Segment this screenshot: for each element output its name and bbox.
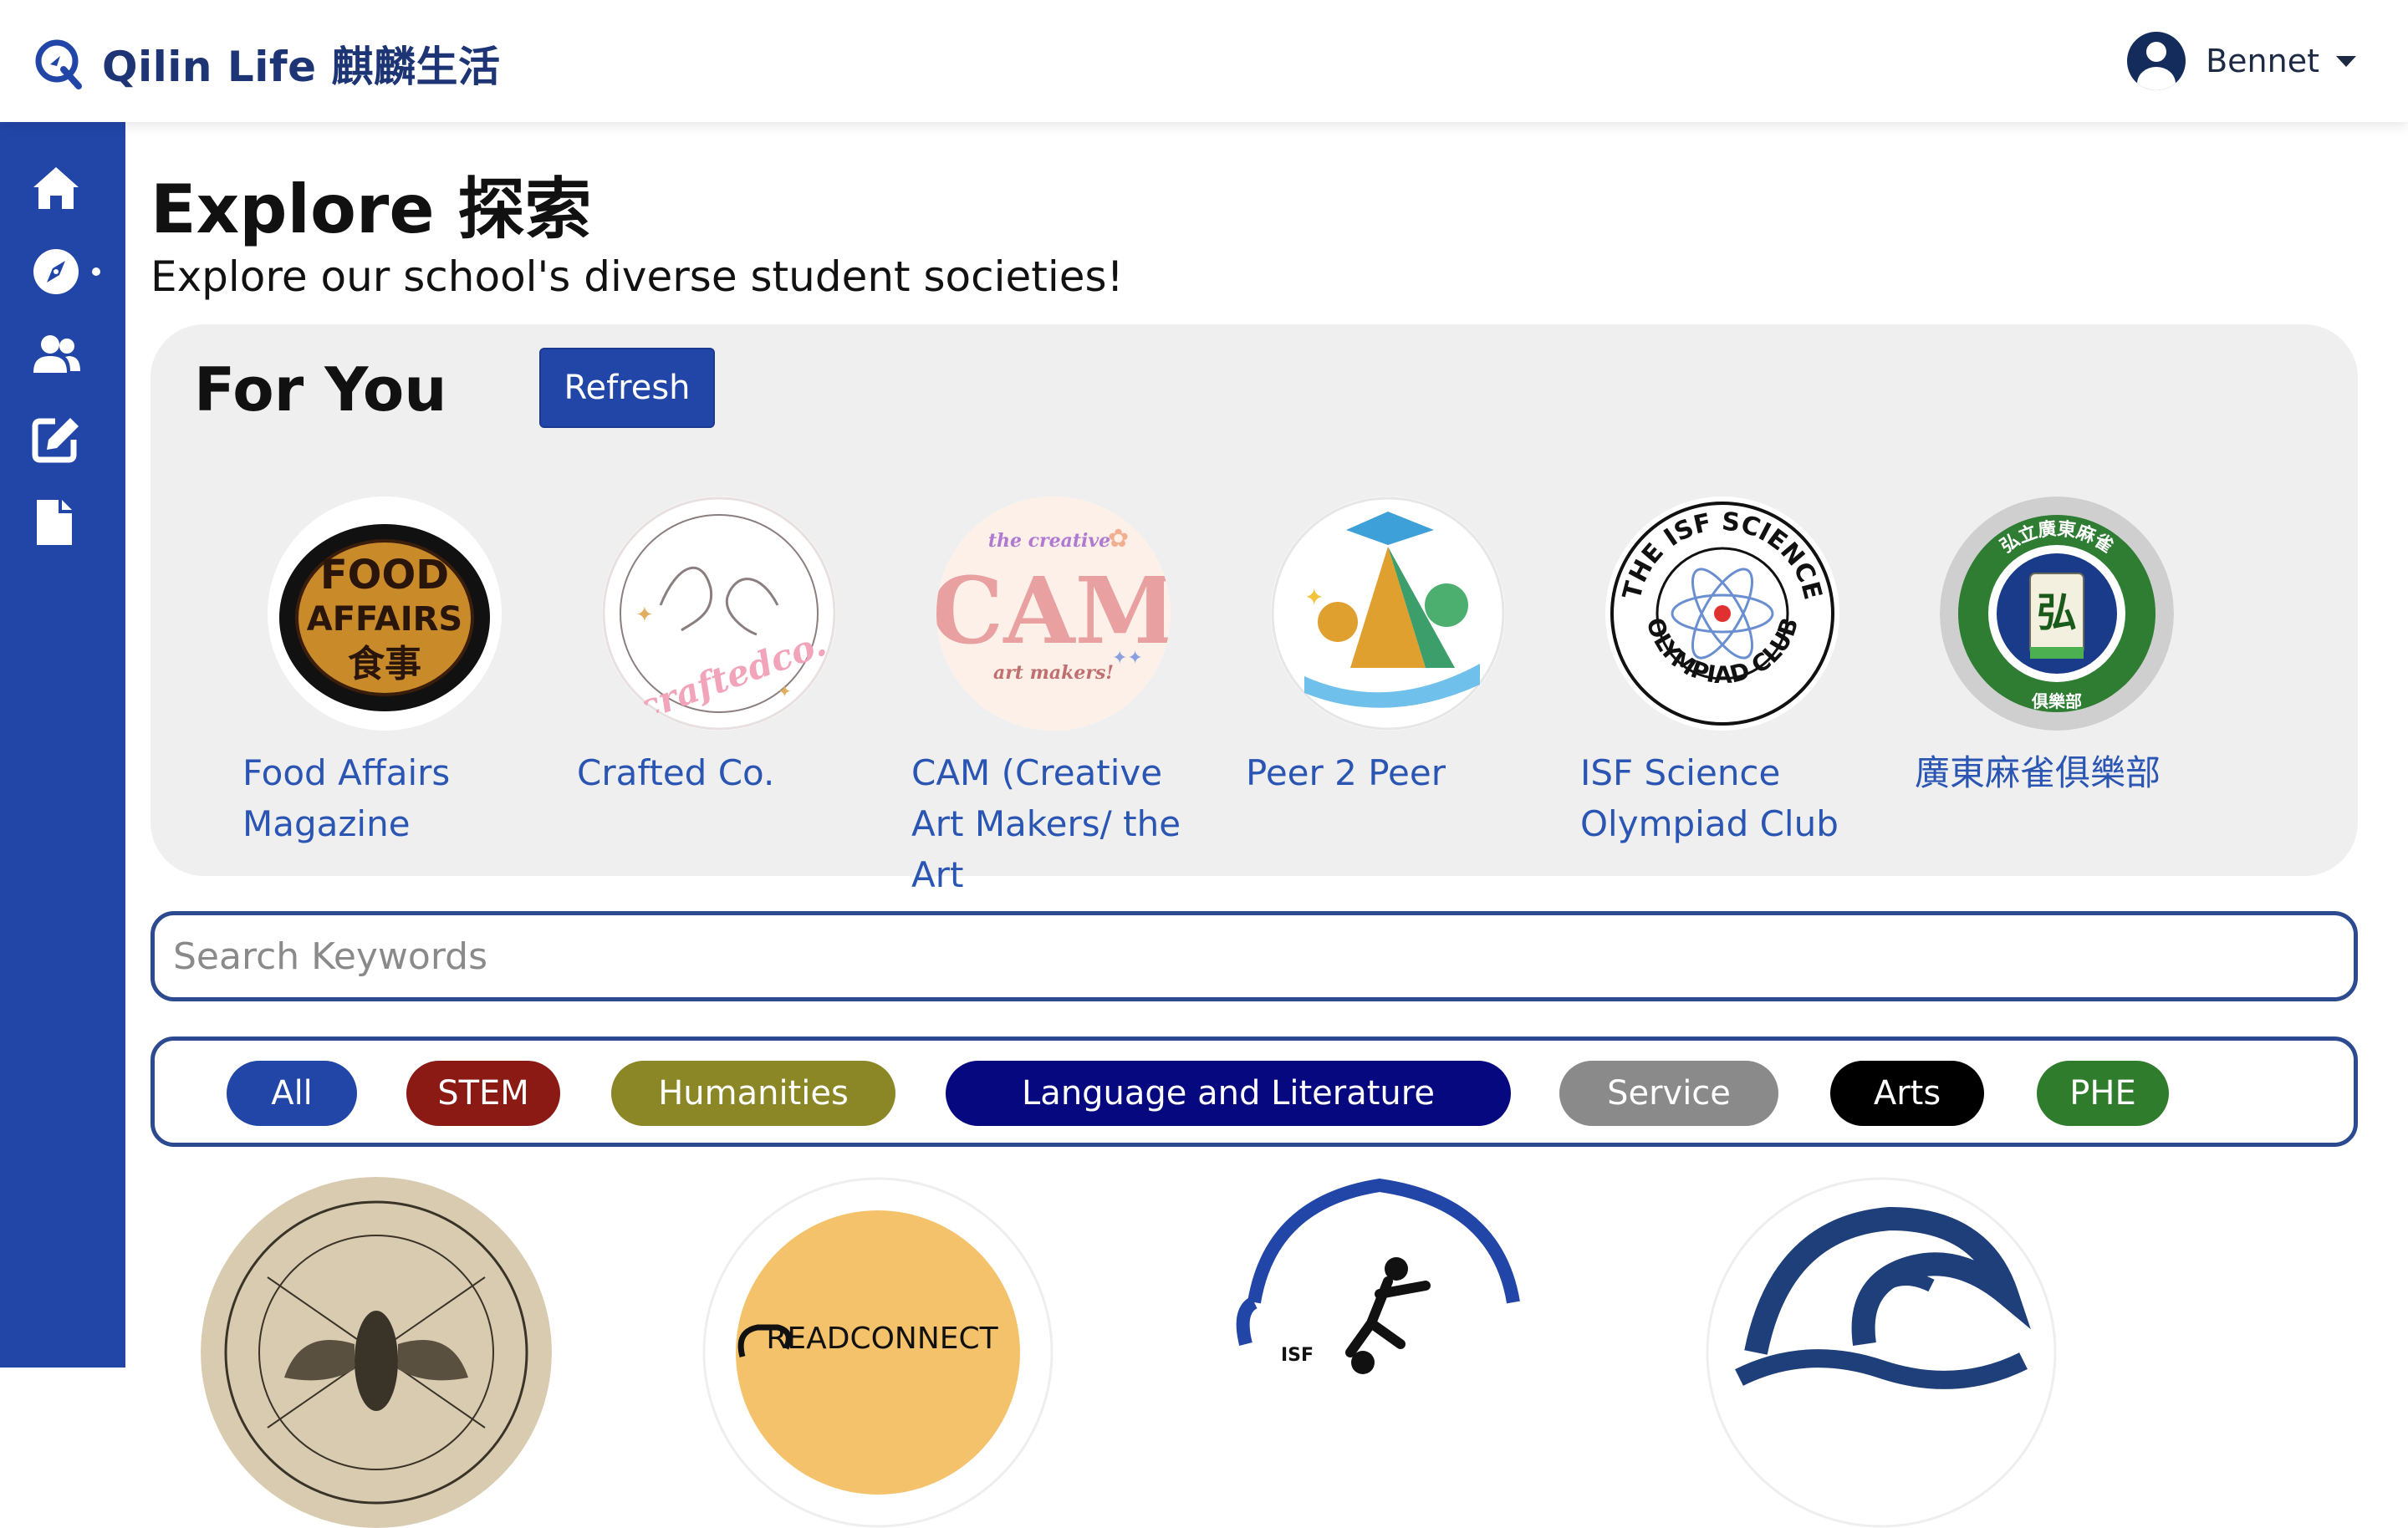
sidebar-item-documents[interactable] (30, 497, 84, 550)
top-bar: Qilin Life 麒麟生活 Bennet (0, 0, 2408, 122)
svg-text:AFFAIRS: AFFAIRS (307, 600, 462, 639)
avatar-icon (2127, 32, 2186, 90)
svg-text:art makers!: art makers! (993, 662, 1114, 684)
home-icon (33, 167, 79, 209)
society-logo: FOOD AFFAIRS 食事 (268, 497, 502, 731)
file-icon (37, 500, 72, 545)
society-grid-card[interactable]: READCONNECT (702, 1177, 1054, 1528)
svg-text:ISF: ISF (1281, 1345, 1314, 1366)
society-name[interactable]: 廣東麻雀俱樂部 (1915, 747, 2216, 798)
users-icon (33, 335, 80, 373)
svg-text:READCONNECT: READCONNECT (766, 1322, 998, 1356)
society-logo: ✦ (1271, 497, 1505, 731)
filter-all[interactable]: All (227, 1061, 357, 1126)
sidebar-item-societies[interactable] (30, 329, 84, 383)
svg-text:✦: ✦ (1304, 583, 1324, 611)
society-logo: ISF (1204, 1177, 1555, 1528)
page-subtitle: Explore our school's diverse student soc… (150, 252, 1124, 301)
filter-stem[interactable]: STEM (406, 1061, 560, 1126)
society-logo: craftedco. ✦ ✦ (602, 497, 836, 731)
svg-text:✦: ✦ (778, 681, 792, 701)
svg-text:the creative: the creative (988, 530, 1110, 552)
society-logo: 弘立廣東麻雀 俱樂部 弘 (1940, 497, 2174, 731)
society-grid-card[interactable] (1706, 1177, 2057, 1528)
qilin-logo-icon (35, 39, 82, 89)
svg-text:✿: ✿ (1108, 524, 1129, 553)
society-grid-card[interactable] (201, 1177, 552, 1528)
filter-language-literature[interactable]: Language and Literature (946, 1061, 1511, 1126)
chevron-down-icon (2336, 55, 2356, 67)
for-you-panel: For You Refresh FOOD AFFAIRS 食事 Food Aff… (150, 324, 2358, 895)
active-indicator (92, 267, 100, 276)
society-name[interactable]: CAM (Creative Art Makers/ the Art (911, 747, 1212, 900)
society-name[interactable]: Crafted Co. (577, 747, 878, 798)
svg-text:FOOD: FOOD (320, 552, 449, 598)
compass-icon (33, 249, 79, 294)
society-name[interactable]: ISF Science Olympiad Club (1580, 747, 1881, 849)
edit-icon (32, 418, 79, 463)
society-logo: READCONNECT (702, 1177, 1054, 1528)
filter-service[interactable]: Service (1559, 1061, 1778, 1126)
svg-text:食事: 食事 (348, 643, 421, 685)
filter-arts[interactable]: Arts (1830, 1061, 1984, 1126)
svg-text:俱樂部: 俱樂部 (2031, 691, 2082, 711)
svg-text:弘: 弘 (2037, 589, 2077, 636)
sidebar-item-home[interactable] (30, 162, 84, 216)
society-logo (201, 1177, 552, 1528)
search-input[interactable] (150, 911, 2358, 1001)
for-you-title: For You (194, 354, 447, 425)
user-menu[interactable]: Bennet (2127, 32, 2356, 90)
society-name[interactable]: Food Affairs Magazine (242, 747, 543, 849)
society-logo: the creative CAM art makers! ✿ ✦✦ (936, 497, 1171, 731)
society-logo (1706, 1177, 2057, 1528)
society-logo: THE ISF SCIENCE OLYMPIAD CLUB (1605, 497, 1839, 731)
sidebar-item-edit[interactable] (30, 413, 84, 466)
sidebar-item-explore[interactable] (30, 246, 84, 299)
category-filter-bar: All STEM Humanities Language and Literat… (150, 1036, 2358, 1147)
brand[interactable]: Qilin Life 麒麟生活 (32, 33, 501, 94)
sidebar (0, 122, 125, 1368)
user-name: Bennet (2206, 43, 2319, 79)
society-grid-card[interactable]: ISF (1204, 1177, 1555, 1528)
filter-phe[interactable]: PHE (2037, 1061, 2169, 1126)
brand-name: Qilin Life 麒麟生活 (102, 43, 501, 91)
page-title: Explore 探索 (150, 171, 592, 248)
svg-text:✦✦: ✦✦ (1112, 648, 1143, 669)
svg-text:✦: ✦ (635, 603, 654, 628)
refresh-button[interactable]: Refresh (539, 348, 715, 428)
filter-humanities[interactable]: Humanities (611, 1061, 895, 1126)
society-name[interactable]: Peer 2 Peer (1246, 747, 1547, 798)
